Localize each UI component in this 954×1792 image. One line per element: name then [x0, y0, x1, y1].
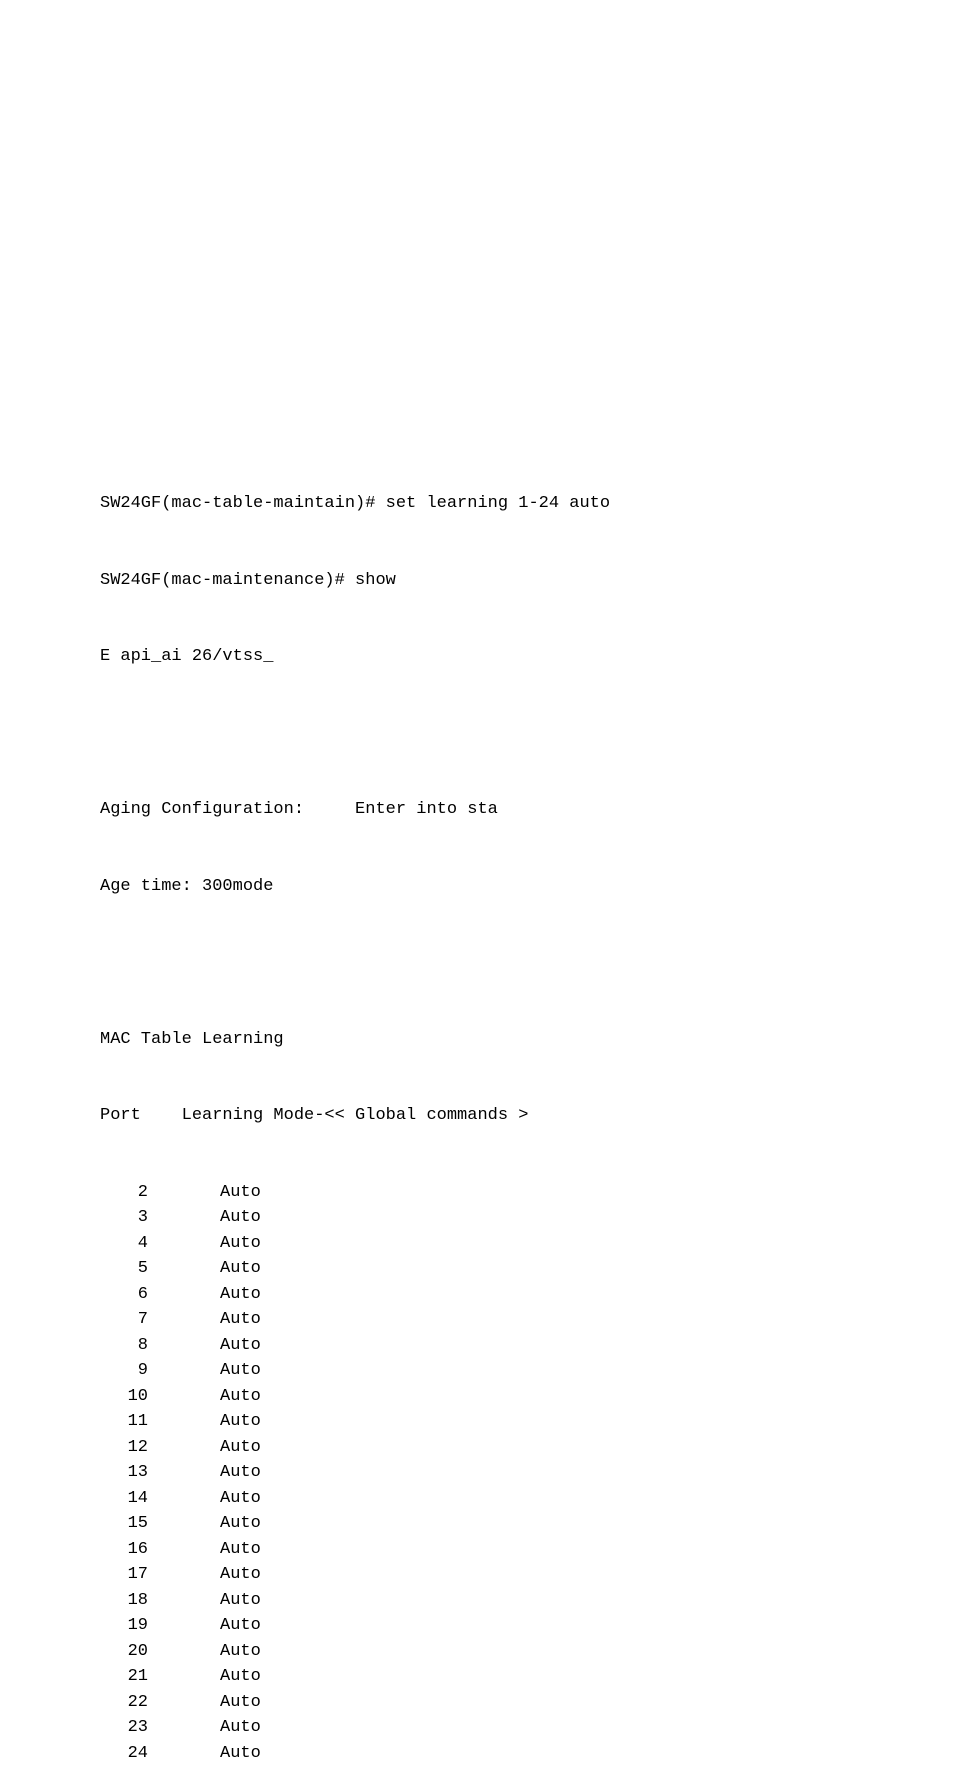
- mac-table-heading: MAC Table Learning: [100, 1027, 954, 1053]
- learning-mode-value: Auto: [148, 1588, 261, 1614]
- port-value: 14: [100, 1486, 148, 1512]
- table-row: 20Auto: [100, 1639, 954, 1665]
- learning-mode-value: Auto: [148, 1231, 261, 1257]
- port-value: 23: [100, 1715, 148, 1741]
- table-row: 15Auto: [100, 1511, 954, 1537]
- cli-line-1: SW24GF(mac-table-maintain)# set learning…: [100, 491, 954, 517]
- port-value: 13: [100, 1460, 148, 1486]
- learning-mode-value: Auto: [148, 1307, 261, 1333]
- table-row: 19Auto: [100, 1613, 954, 1639]
- port-value: 7: [100, 1307, 148, 1333]
- table-row: 14Auto: [100, 1486, 954, 1512]
- port-value: 15: [100, 1511, 148, 1537]
- learning-mode-value: Auto: [148, 1639, 261, 1665]
- table-row: 17Auto: [100, 1562, 954, 1588]
- learning-mode-value: Auto: [148, 1741, 261, 1767]
- table-row: 5Auto: [100, 1256, 954, 1282]
- learning-mode-value: Auto: [148, 1613, 261, 1639]
- learning-mode-value: Auto: [148, 1435, 261, 1461]
- learning-mode-value: Auto: [148, 1664, 261, 1690]
- port-value: 18: [100, 1588, 148, 1614]
- table-row: 21Auto: [100, 1664, 954, 1690]
- port-value: 5: [100, 1256, 148, 1282]
- cli-line-2: SW24GF(mac-maintenance)# show: [100, 568, 954, 594]
- table-row: 23Auto: [100, 1715, 954, 1741]
- cli-line-3: E api_ai 26/vtss_: [100, 644, 954, 670]
- table-row: 3Auto: [100, 1205, 954, 1231]
- table-row: 10Auto: [100, 1384, 954, 1410]
- table-row: 18Auto: [100, 1588, 954, 1614]
- aging-config-label: Aging Configuration: Enter into sta: [100, 797, 954, 823]
- terminal-output: SW24GF(mac-table-maintain)# set learning…: [100, 440, 954, 1792]
- learning-mode-value: Auto: [148, 1282, 261, 1308]
- table-row: 7Auto: [100, 1307, 954, 1333]
- port-value: 11: [100, 1409, 148, 1435]
- learning-mode-value: Auto: [148, 1409, 261, 1435]
- learning-mode-value: Auto: [148, 1537, 261, 1563]
- table-row: 9Auto: [100, 1358, 954, 1384]
- table-header: Port Learning Mode-<< Global commands >: [100, 1103, 954, 1129]
- learning-mode-value: Auto: [148, 1384, 261, 1410]
- learning-mode-value: Auto: [148, 1715, 261, 1741]
- port-value: 2: [100, 1180, 148, 1206]
- port-value: 8: [100, 1333, 148, 1359]
- port-value: 22: [100, 1690, 148, 1716]
- table-row: 13Auto: [100, 1460, 954, 1486]
- learning-mode-value: Auto: [148, 1562, 261, 1588]
- blank-line: [100, 721, 954, 747]
- table-row: 22Auto: [100, 1690, 954, 1716]
- table-row: 11Auto: [100, 1409, 954, 1435]
- mac-learning-table: 2Auto3Auto4Auto5Auto6Auto7Auto8Auto9Auto…: [100, 1180, 954, 1767]
- learning-mode-value: Auto: [148, 1486, 261, 1512]
- port-value: 12: [100, 1435, 148, 1461]
- port-value: 16: [100, 1537, 148, 1563]
- learning-mode-value: Auto: [148, 1358, 261, 1384]
- port-value: 9: [100, 1358, 148, 1384]
- blank-line: [100, 950, 954, 976]
- learning-mode-value: Auto: [148, 1180, 261, 1206]
- table-row: 8Auto: [100, 1333, 954, 1359]
- port-value: 20: [100, 1639, 148, 1665]
- table-row: 6Auto: [100, 1282, 954, 1308]
- port-value: 10: [100, 1384, 148, 1410]
- learning-mode-value: Auto: [148, 1256, 261, 1282]
- learning-mode-value: Auto: [148, 1333, 261, 1359]
- table-row: 24Auto: [100, 1741, 954, 1767]
- table-row: 4Auto: [100, 1231, 954, 1257]
- age-time-line: Age time: 300mode: [100, 874, 954, 900]
- learning-mode-value: Auto: [148, 1205, 261, 1231]
- port-value: 21: [100, 1664, 148, 1690]
- table-row: 2Auto: [100, 1180, 954, 1206]
- port-value: 4: [100, 1231, 148, 1257]
- table-row: 12Auto: [100, 1435, 954, 1461]
- port-value: 19: [100, 1613, 148, 1639]
- port-value: 6: [100, 1282, 148, 1308]
- port-value: 24: [100, 1741, 148, 1767]
- learning-mode-value: Auto: [148, 1511, 261, 1537]
- table-row: 16Auto: [100, 1537, 954, 1563]
- learning-mode-value: Auto: [148, 1690, 261, 1716]
- port-value: 17: [100, 1562, 148, 1588]
- port-value: 3: [100, 1205, 148, 1231]
- learning-mode-value: Auto: [148, 1460, 261, 1486]
